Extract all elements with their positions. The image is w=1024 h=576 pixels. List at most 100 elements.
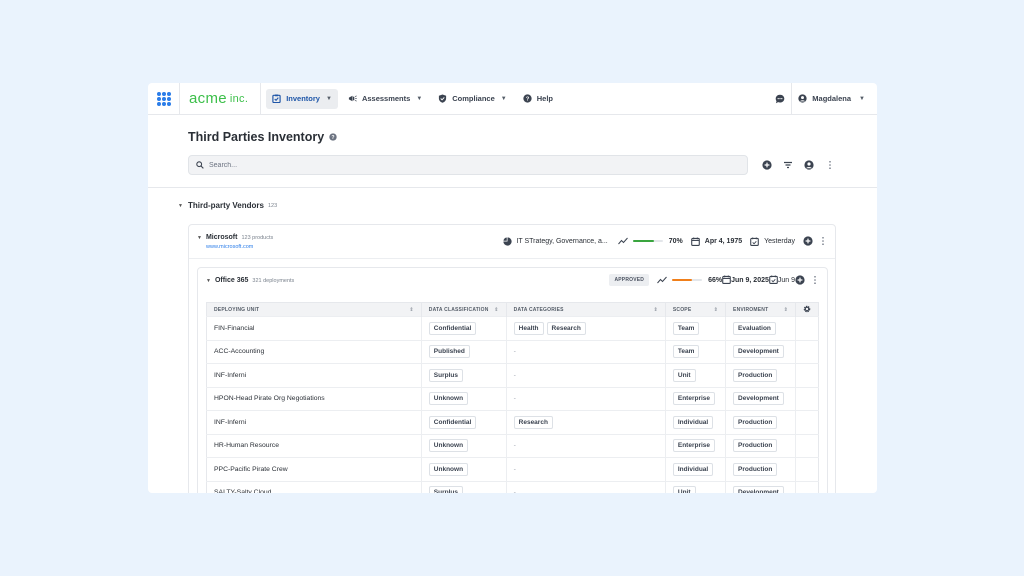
user-menu[interactable]: Magdalena ▼ [798, 94, 877, 103]
column-settings[interactable] [796, 303, 819, 317]
help-circle-icon[interactable]: ? [329, 133, 337, 141]
deploying-unit-cell: HPON-Head Pirate Org Negotiations [207, 387, 422, 411]
data-categories-cell: - [506, 364, 665, 388]
nav-right: Magdalena ▼ [768, 83, 877, 115]
table-row[interactable]: INF-InferniSurplus-UnitProduction [207, 364, 819, 388]
table-row[interactable]: HR-Human ResourceUnknown-EnterpriseProdu… [207, 434, 819, 458]
search-input[interactable] [209, 162, 709, 169]
product-count: 321 deployments [252, 278, 294, 284]
gear-icon[interactable] [803, 305, 811, 313]
environment-tag: Development [733, 486, 784, 493]
kebab-menu-icon[interactable] [819, 236, 827, 246]
data-classification-cell: Surplus [421, 364, 506, 388]
chevron-down-icon: ▼ [501, 96, 507, 102]
environment-cell: Evaluation [726, 317, 796, 341]
chat-button[interactable] [768, 83, 792, 115]
column-header-data-classification[interactable]: DATA CLASSIFICATION⇕ [421, 303, 506, 317]
sort-icon[interactable]: ⇕ [494, 307, 498, 313]
add-button[interactable] [760, 158, 774, 172]
status-badge: APPROVED [609, 274, 649, 286]
row-settings-cell [796, 434, 819, 458]
deploying-unit: SALTY-Salty Cloud [214, 489, 271, 493]
apps-logo-icon[interactable] [148, 83, 180, 115]
toolbar [760, 158, 844, 172]
deploying-unit: PPC-Pacific Pirate Crew [214, 466, 288, 473]
nav-inventory[interactable]: Inventory ▼ [266, 89, 338, 109]
svg-text:?: ? [525, 97, 529, 103]
section-header[interactable]: ▼ Third-party Vendors 123 [178, 201, 277, 210]
collapse-triangle-icon[interactable]: ▼ [197, 235, 202, 241]
calendar-check-icon [769, 275, 778, 284]
data-categories-cell: - [506, 340, 665, 364]
calendar-icon [722, 275, 731, 284]
vendor-updated: Yesterday [764, 238, 795, 245]
table-row[interactable]: FIN-FinancialConfidentialHealthResearchT… [207, 317, 819, 341]
data-categories-cell: HealthResearch [506, 317, 665, 341]
table-row[interactable]: SALTY-Salty CloudSurplus-UnitDevelopment [207, 481, 819, 493]
classification-tag: Surplus [429, 369, 463, 382]
more-options-button[interactable] [823, 158, 837, 172]
product-row[interactable]: ▼ Office 365 321 deployments APPROVED 66… [198, 268, 827, 294]
brand-name: acme [189, 90, 227, 107]
classification-tag: Surplus [429, 486, 463, 493]
nav-help[interactable]: ? Help [517, 89, 559, 109]
table-row[interactable]: INF-InferniConfidentialResearchIndividua… [207, 411, 819, 435]
vendor-row[interactable]: ▼ Microsoft 123 products www.microsoft.c… [189, 225, 835, 259]
collapse-triangle-icon[interactable]: ▼ [178, 203, 183, 209]
kebab-menu-icon [825, 160, 835, 170]
sort-icon[interactable]: ⇕ [784, 307, 788, 313]
sort-icon[interactable]: ⇕ [714, 307, 718, 313]
table-row[interactable]: PPC-Pacific Pirate CrewUnknown-Individua… [207, 458, 819, 482]
product-date: Jun 9, 2025 [731, 277, 769, 284]
search-icon [196, 161, 204, 169]
sort-icon[interactable]: ⇕ [409, 307, 413, 313]
deploying-unit-cell: PPC-Pacific Pirate Crew [207, 458, 422, 482]
row-settings-cell [796, 411, 819, 435]
environment-tag: Production [733, 369, 777, 382]
nav-compliance[interactable]: Compliance ▼ [432, 89, 512, 109]
product-progress-fill [672, 279, 692, 281]
scope-tag: Individual [673, 416, 713, 429]
app-window: acme inc. Inventory ▼ Assessments ▼ Comp… [148, 83, 877, 493]
vendor-progress-fill [633, 240, 654, 242]
column-header-data-categories[interactable]: DATA CATEGORIES⇕ [506, 303, 665, 317]
sort-icon[interactable]: ⇕ [653, 307, 657, 313]
nav-assessments[interactable]: Assessments ▼ [342, 89, 428, 109]
vendor-count: 123 products [241, 235, 273, 241]
brand-logo[interactable]: acme inc. [180, 83, 261, 115]
scope-cell: Individual [665, 411, 725, 435]
trend-line-icon [618, 237, 628, 245]
table-row[interactable]: ACC-AccountingPublished-TeamDevelopment [207, 340, 819, 364]
environment-cell: Development [726, 387, 796, 411]
product-meta: APPROVED 66% Jun 9, 2025 Jun 9 [609, 274, 819, 286]
vendor-progress-label: 70% [669, 238, 683, 245]
environment-tag: Production [733, 416, 777, 429]
classification-tag: Unknown [429, 439, 468, 452]
environment-tag: Development [733, 345, 784, 358]
vendor-card: ▼ Microsoft 123 products www.microsoft.c… [188, 224, 836, 493]
classification-tag: Unknown [429, 392, 468, 405]
classification-tag: Unknown [429, 463, 468, 476]
clipboard-icon [272, 94, 281, 103]
data-classification-cell: Confidential [421, 411, 506, 435]
vendor-website-link[interactable]: www.microsoft.com [206, 244, 253, 250]
owner-button[interactable] [802, 158, 816, 172]
vendor-name-text: Microsoft [206, 234, 238, 241]
kebab-menu-icon[interactable] [811, 275, 819, 285]
column-header-scope[interactable]: SCOPE⇕ [665, 303, 725, 317]
table-row[interactable]: HPON-Head Pirate Org Negotiations Unknown… [207, 387, 819, 411]
environment-cell: Production [726, 411, 796, 435]
plus-circle-icon[interactable] [795, 275, 805, 285]
column-header-environment[interactable]: ENVIROMENT⇕ [726, 303, 796, 317]
plus-circle-icon[interactable] [803, 236, 813, 246]
column-header-deploying-unit[interactable]: DEPLOYING UNIT⇕ [207, 303, 422, 317]
main-nav: Inventory ▼ Assessments ▼ Compliance ▼ ?… [261, 83, 563, 115]
vendor-progress-bar [633, 240, 663, 242]
svg-text:?: ? [332, 135, 335, 141]
data-classification-cell: Unknown [421, 387, 506, 411]
collapse-triangle-icon[interactable]: ▼ [206, 278, 211, 284]
vendor-meta: IT STrategy, Governance, a... 70% Apr 4,… [503, 236, 827, 246]
nav-inventory-label: Inventory [286, 94, 320, 103]
top-navbar: acme inc. Inventory ▼ Assessments ▼ Comp… [148, 83, 877, 115]
filter-button[interactable] [781, 158, 795, 172]
